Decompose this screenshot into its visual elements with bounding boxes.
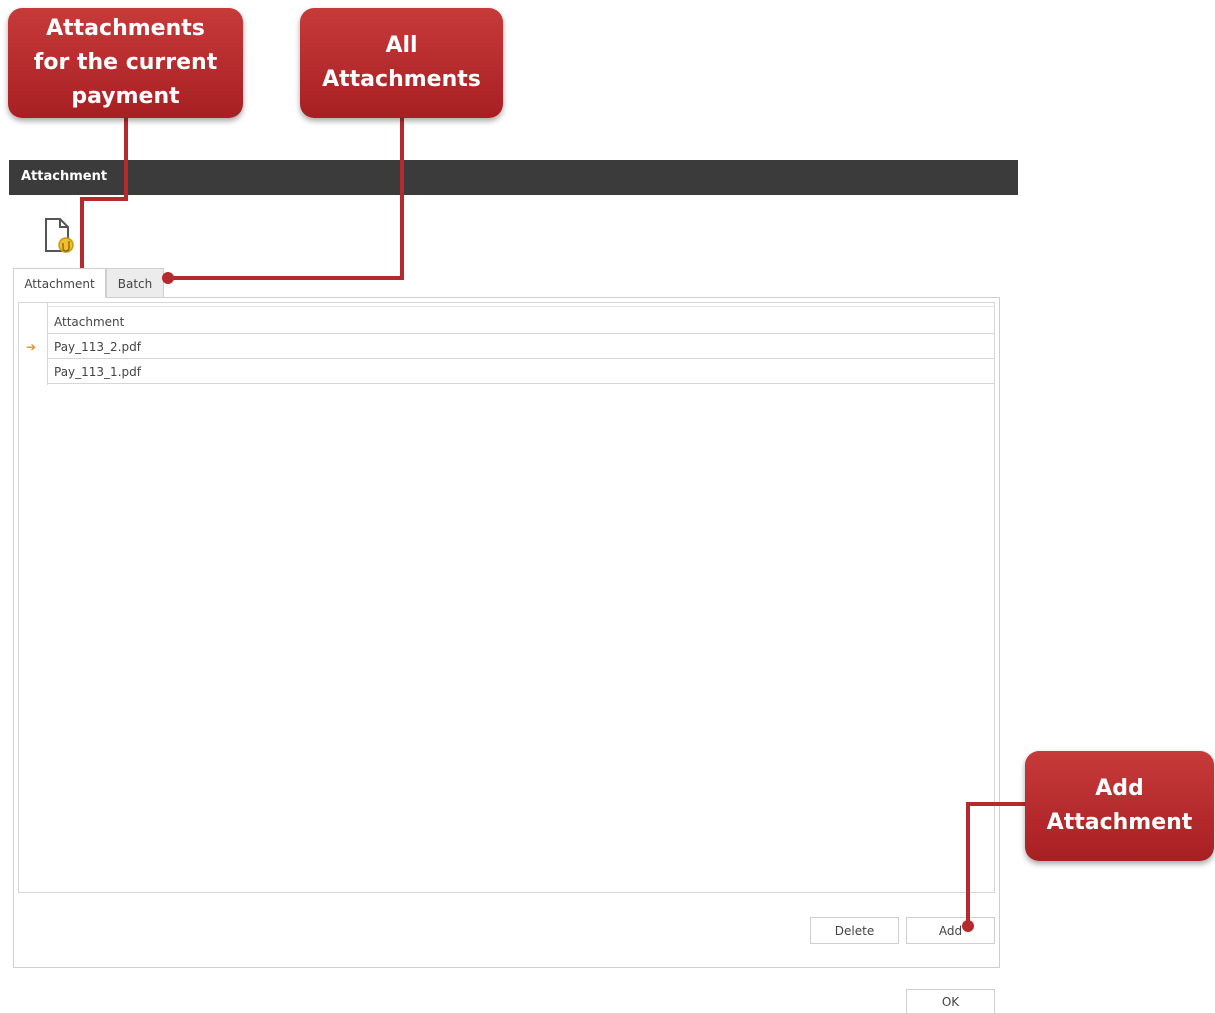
grid-column-header[interactable]: Attachment bbox=[48, 306, 994, 334]
add-button[interactable]: Add bbox=[906, 917, 995, 944]
table-row[interactable]: Pay_113_1.pdf bbox=[48, 359, 994, 384]
table-row[interactable]: Pay_113_2.pdf bbox=[48, 334, 994, 359]
attachment-grid: Attachment ➔ Pay_113_2.pdf Pay_113_1.pdf bbox=[18, 302, 995, 893]
ok-button[interactable]: OK bbox=[906, 989, 995, 1013]
attachment-file-icon[interactable] bbox=[42, 217, 78, 257]
current-row-arrow-icon: ➔ bbox=[26, 340, 37, 354]
tab-attachment[interactable]: Attachment bbox=[13, 268, 106, 298]
window-title: Attachment bbox=[21, 169, 108, 184]
tab-batch[interactable]: Batch bbox=[106, 268, 164, 298]
callout-current-payment-attachments: Attachments for the current payment bbox=[8, 8, 243, 118]
callout-all-text: All Attachments bbox=[322, 32, 481, 92]
callout-add-attachment: Add Attachment bbox=[1025, 751, 1214, 861]
callout-all-attachments: All Attachments bbox=[300, 8, 503, 118]
delete-button[interactable]: Delete bbox=[810, 917, 899, 944]
callout-add-text: Add Attachment bbox=[1046, 775, 1193, 835]
callout-current-text: Attachments for the current payment bbox=[33, 15, 218, 110]
window-title-bar: Attachment bbox=[9, 160, 1018, 195]
